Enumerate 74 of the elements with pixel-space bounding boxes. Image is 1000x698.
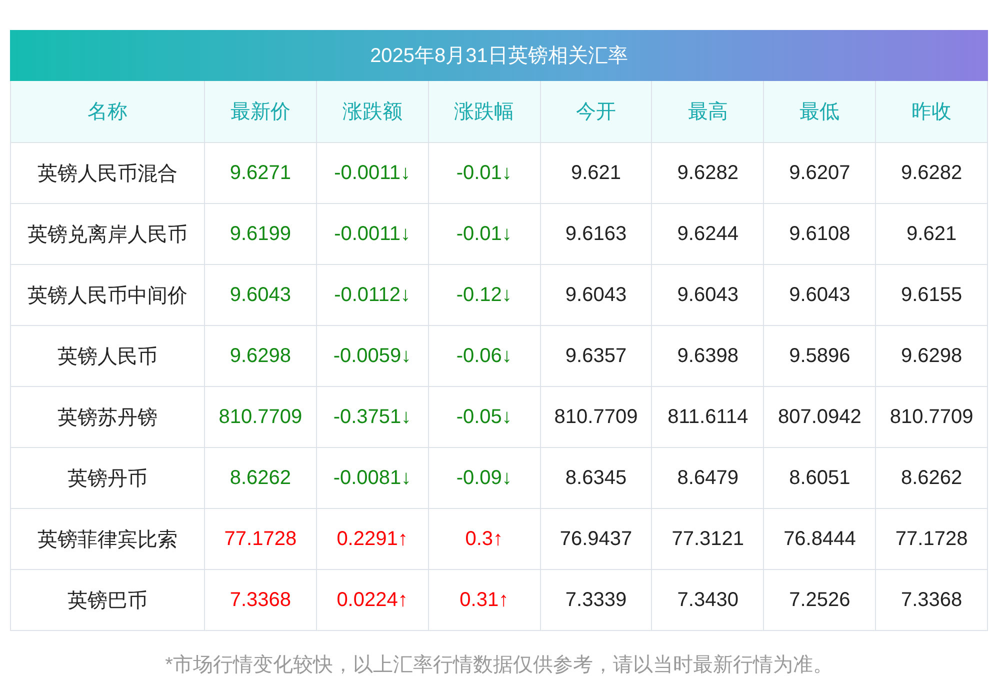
table-cell: 8.6262: [876, 447, 988, 508]
table-cell: 英镑苏丹镑: [10, 386, 205, 447]
table-cell: -0.0112↓: [316, 264, 429, 325]
table-cell: 9.6043: [205, 264, 317, 325]
table-cell: 7.3368: [876, 569, 988, 630]
column-header: 涨跌幅: [428, 81, 541, 142]
table-cell: 9.621: [540, 142, 652, 203]
table-cell: 9.6108: [764, 203, 876, 264]
table-cell: -0.0011↓: [316, 203, 429, 264]
column-header: 最新价: [205, 81, 317, 142]
table-cell: 9.6357: [540, 325, 652, 386]
table-cell: 9.6199: [205, 203, 317, 264]
table-cell: -0.0081↓: [316, 447, 429, 508]
column-header: 最高: [652, 81, 764, 142]
table-cell: -0.06↓: [428, 325, 541, 386]
table-cell: 7.3368: [205, 569, 317, 630]
table-cell: -0.3751↓: [316, 386, 429, 447]
table-cell: 英镑丹币: [10, 447, 205, 508]
table-cell: -0.01↓: [428, 142, 541, 203]
column-header: 涨跌额: [316, 81, 429, 142]
table-cell: 77.1728: [205, 508, 317, 569]
column-header: 名称: [10, 81, 205, 142]
table-title: 2025年8月31日英镑相关汇率: [10, 30, 988, 81]
table-cell: -0.05↓: [428, 386, 541, 447]
table-cell: 9.6043: [764, 264, 876, 325]
table-cell: 9.6282: [652, 142, 764, 203]
table-cell: 76.9437: [540, 508, 652, 569]
column-header: 昨收: [876, 81, 988, 142]
table-cell: 0.31↑: [428, 569, 541, 630]
column-header: 今开: [540, 81, 652, 142]
table-cell: 9.6298: [876, 325, 988, 386]
table-cell: 9.6244: [652, 203, 764, 264]
table-cell: 77.3121: [652, 508, 764, 569]
table-cell: 9.6207: [764, 142, 876, 203]
table-cell: 76.8444: [764, 508, 876, 569]
footnote: *市场行情变化较快，以上汇率行情数据仅供参考，请以当时最新行情为准。: [164, 653, 834, 678]
table-cell: 811.6114: [652, 386, 764, 447]
table-cell: 英镑人民币混合: [10, 142, 205, 203]
table-cell: 810.7709: [540, 386, 652, 447]
table-cell: -0.0059↓: [316, 325, 429, 386]
table-cell: -0.0011↓: [316, 142, 429, 203]
table-cell: 8.6262: [205, 447, 317, 508]
table-cell: -0.09↓: [428, 447, 541, 508]
table-cell: 9.6298: [205, 325, 317, 386]
table-cell: -0.12↓: [428, 264, 541, 325]
table-cell: 7.3339: [540, 569, 652, 630]
table-cell: 英镑巴币: [10, 569, 205, 630]
table-cell: 8.6479: [652, 447, 764, 508]
table-cell: 9.6043: [540, 264, 652, 325]
table-cell: 810.7709: [876, 386, 988, 447]
table-cell: 9.6043: [652, 264, 764, 325]
table-cell: 英镑人民币: [10, 325, 205, 386]
column-header: 最低: [764, 81, 876, 142]
table-cell: 0.2291↑: [316, 508, 429, 569]
table-cell: 77.1728: [876, 508, 988, 569]
table-cell: 9.6163: [540, 203, 652, 264]
table-cell: 810.7709: [205, 386, 317, 447]
table-cell: 7.2526: [764, 569, 876, 630]
table-cell: 0.0224↑: [316, 569, 429, 630]
table-cell: 8.6051: [764, 447, 876, 508]
table-cell: 807.0942: [764, 386, 876, 447]
table-cell: 8.6345: [540, 447, 652, 508]
table-cell: -0.01↓: [428, 203, 541, 264]
table-cell: 9.5896: [764, 325, 876, 386]
table-cell: 9.6271: [205, 142, 317, 203]
table-cell: 英镑人民币中间价: [10, 264, 205, 325]
table-cell: 英镑兑离岸人民币: [10, 203, 205, 264]
table-cell: 0.3↑: [428, 508, 541, 569]
table-cell: 9.6398: [652, 325, 764, 386]
table-cell: 7.3430: [652, 569, 764, 630]
table-cell: 9.621: [876, 203, 988, 264]
table-cell: 9.6282: [876, 142, 988, 203]
table-cell: 9.6155: [876, 264, 988, 325]
table-cell: 英镑菲律宾比索: [10, 508, 205, 569]
